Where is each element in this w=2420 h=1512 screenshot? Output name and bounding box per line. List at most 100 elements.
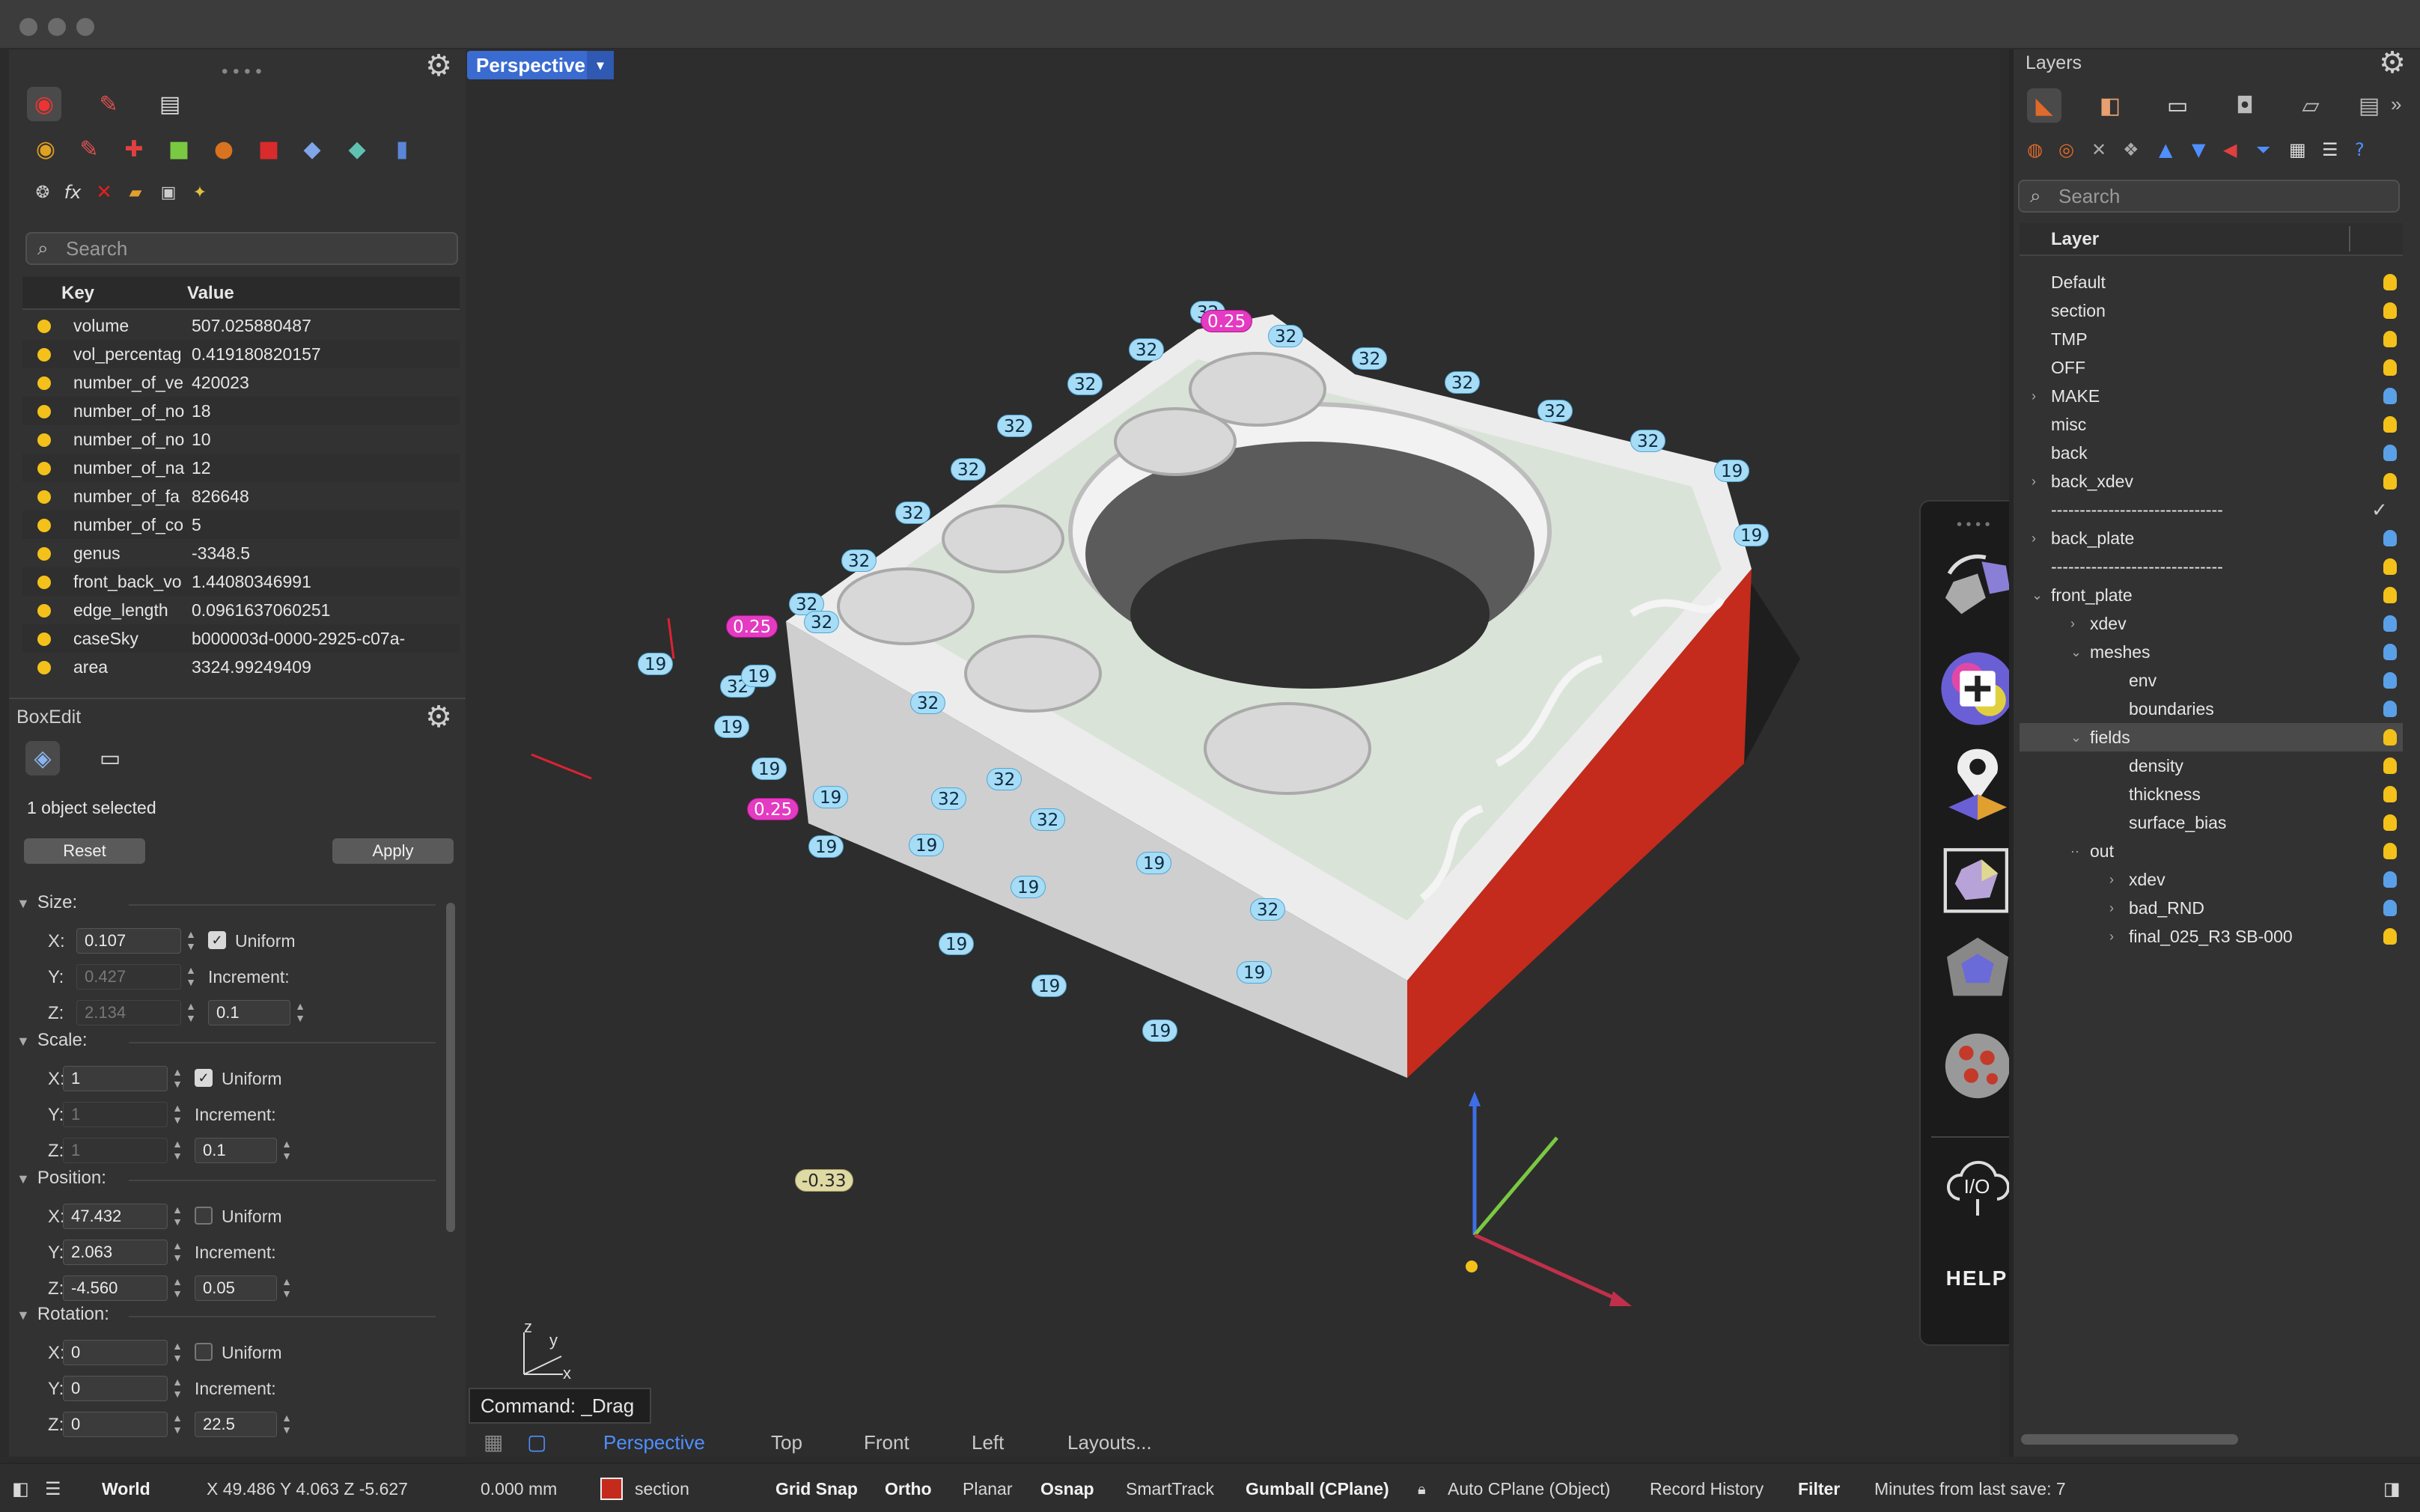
position-x-stepper[interactable]: ▲ ▼ [171,1204,184,1229]
color-wheel-small-icon[interactable]: ◉ [28,132,63,166]
layer-row[interactable]: ⌄ fields [2020,723,2403,752]
scale-x-stepper[interactable]: ▲ ▼ [171,1066,184,1091]
layer-row[interactable]: section [2020,296,2403,325]
lightbulb-icon[interactable] [2383,615,2397,632]
tab-perspective[interactable]: Perspective [603,1431,705,1454]
position-increment-input[interactable]: 0.05 [195,1275,277,1301]
rotation-x-stepper[interactable]: ▲ ▼ [171,1340,184,1365]
field-value-annotation[interactable]: 0.25 [726,615,778,638]
bounding-box-icon[interactable] [1937,837,2018,918]
scale-z-input[interactable]: 1 [63,1138,168,1163]
layer-expand-chevron-icon[interactable]: ⌄ [2070,723,2082,752]
move-left-icon[interactable]: ◀ [2223,139,2237,160]
lightbulb-icon[interactable] [2383,331,2397,347]
viewport-title-tab[interactable]: Perspective ▾ [467,51,614,79]
lightbulb-icon[interactable] [2383,558,2397,575]
layer-expand-chevron-icon[interactable]: › [2070,609,2075,638]
value-column-header[interactable]: Value [187,283,234,304]
property-row[interactable]: genus -3348.5 [22,539,460,567]
dimension-annotation[interactable]: 32 [951,458,987,481]
dimension-annotation[interactable]: 19 [741,665,777,687]
current-layer-check-icon[interactable]: ✓ [2371,496,2388,524]
property-value[interactable]: 1.44080346991 [192,567,431,596]
delete-layer-icon[interactable]: ✕ [2091,139,2106,160]
dimension-annotation[interactable]: 32 [895,502,931,524]
position-x-input[interactable]: 47.432 [63,1204,168,1229]
layer-row[interactable]: › final_025_R3 SB-000 [2020,922,2403,951]
rotation-increment-input[interactable]: 22.5 [195,1412,277,1437]
scale-increment-stepper[interactable]: ▲ ▼ [280,1138,293,1163]
new-sublayer-icon[interactable]: ◎ [2058,139,2074,160]
rotation-y-input[interactable]: 0 [63,1376,168,1401]
property-value[interactable]: 507.025880487 [192,311,431,340]
layer-row[interactable]: env [2020,666,2403,695]
position-z-stepper[interactable]: ▲ ▼ [171,1275,184,1301]
layer-row[interactable]: OFF [2020,353,2403,382]
layers-gear-icon[interactable]: ⚙ [2377,48,2407,78]
scale-y-input[interactable]: 1 [63,1102,168,1127]
property-value[interactable]: 0.0961637060251 [192,596,431,624]
dimension-annotation[interactable]: 19 [939,933,975,955]
cube-icon[interactable]: ◆ [295,132,329,166]
brush-icon[interactable]: ✎ [72,132,106,166]
dimension-annotation[interactable]: 19 [752,757,787,780]
lightbulb-icon[interactable] [2383,473,2397,490]
dimension-annotation[interactable]: 32 [997,415,1033,437]
box-icon[interactable]: ■ [252,132,286,166]
dimension-annotation[interactable]: 19 [808,835,844,858]
size-x-stepper[interactable]: ▲ ▼ [184,928,198,954]
layer-expand-chevron-icon[interactable]: › [2032,524,2036,552]
dimension-annotation[interactable]: 32 [841,549,877,572]
dimension-annotation[interactable]: 19 [714,716,750,738]
dimension-annotation[interactable]: 32 [987,768,1022,790]
lightbulb-icon[interactable] [2383,757,2397,774]
help-icon[interactable]: ? [2355,139,2365,160]
layer-state-icon[interactable]: ❖ [2123,139,2139,160]
folder-icon[interactable]: ▰ [118,175,153,210]
drag-handle-icon[interactable]: • • • • [222,61,262,82]
dimension-annotation[interactable]: 32 [910,692,946,714]
gumball-toggle[interactable]: Gumball (CPlane) [1246,1464,1389,1512]
layer-row[interactable]: › xdev [2020,865,2403,894]
property-row[interactable]: edge_length 0.0961637060251 [22,596,460,624]
position-y-stepper[interactable]: ▲ ▼ [171,1240,184,1265]
zoom-window-button[interactable] [76,18,94,36]
property-row[interactable]: front_back_vo 1.44080346991 [22,567,460,596]
property-value[interactable]: 10 [192,425,431,454]
lightbulb-icon[interactable] [2383,729,2397,746]
lightbulb-icon[interactable] [2383,359,2397,376]
lightbulb-icon[interactable] [2383,302,2397,319]
layer-row[interactable]: surface_bias [2020,808,2403,837]
property-row[interactable]: number_of_co 5 [22,510,460,539]
filter-toggle[interactable]: Filter [1798,1464,1840,1512]
size-z-stepper[interactable]: ▲ ▼ [184,1000,198,1025]
columns-icon[interactable]: ▦ [2289,139,2306,160]
property-value[interactable]: 18 [192,397,431,425]
size-increment-stepper[interactable]: ▲ ▼ [293,1000,307,1025]
layer-expand-chevron-icon[interactable]: ⌄ [2070,638,2082,666]
current-layer[interactable]: section [635,1464,689,1512]
lightbulb-icon[interactable] [2383,445,2397,461]
layer-row[interactable]: Default [2020,268,2403,296]
cplane-world[interactable]: World [102,1464,150,1512]
position-z-input[interactable]: -4.560 [63,1275,168,1301]
dodecahedron-icon[interactable] [1937,931,2018,1012]
dimension-annotation[interactable]: 32 [931,787,967,810]
camera-tab-icon[interactable]: ◘ [2228,88,2262,123]
lightbulb-icon[interactable] [2383,701,2397,717]
scale-y-stepper[interactable]: ▲ ▼ [171,1102,184,1127]
layer-row[interactable]: back [2020,439,2403,467]
list-toggle-icon[interactable]: ☰ [45,1464,61,1512]
perspective-viewport[interactable]: z y x 32 0.25 32 32 32 32 32 32 32 32 32 32 32 19 32 0.… [466,49,2000,1457]
delete-icon[interactable]: ✕ [87,175,121,210]
dimension-annotation[interactable]: 32 [1067,373,1103,395]
layer-row[interactable]: TMP [2020,325,2403,353]
close-window-button[interactable] [19,18,37,36]
osnap-toggle[interactable]: Osnap [1040,1464,1094,1512]
move-down-icon[interactable]: ▼ [2192,139,2205,160]
minimize-window-button[interactable] [48,18,66,36]
boxedit-gear-icon[interactable]: ⚙ [424,702,454,732]
property-value[interactable]: 3324.99249409 [192,653,431,681]
ortho-toggle[interactable]: Ortho [885,1464,932,1512]
position-section-header[interactable]: ▼ Position: [16,1168,106,1189]
